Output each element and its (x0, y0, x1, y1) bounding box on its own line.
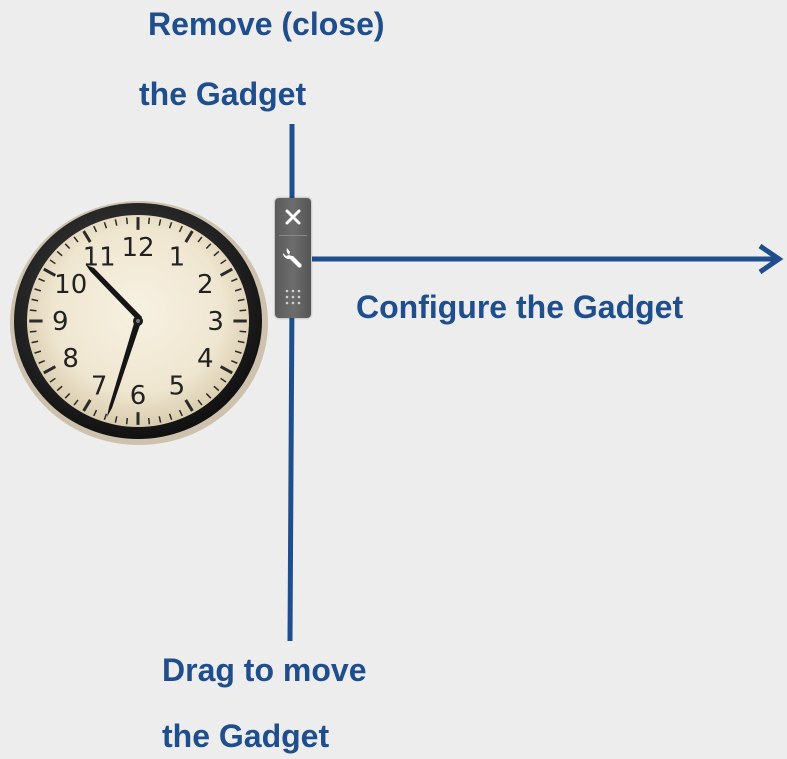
clock-numeral-7: 7 (91, 371, 108, 401)
clock-numeral-10: 10 (54, 270, 87, 300)
configure-gadget-button[interactable] (278, 242, 308, 272)
wrench-icon (282, 248, 302, 268)
drag-callout-line (287, 294, 295, 642)
clock-minute-tick (239, 330, 247, 333)
close-icon (285, 209, 301, 225)
clock-minute-tick (239, 309, 247, 312)
clock-minute-tick (29, 309, 37, 312)
clock-minute-tick (147, 417, 151, 425)
clock-numeral-4: 4 (197, 344, 214, 374)
clock-gadget[interactable]: 12 12 3 45678 9 1011 (8, 195, 270, 447)
clock-minute-tick (125, 417, 129, 425)
clock-numeral-5: 5 (169, 371, 186, 401)
clock-minute-tick (125, 217, 129, 225)
drag-handle-icon (285, 289, 301, 305)
clock-numeral-11: 11 (83, 243, 116, 273)
clock-numeral-6: 6 (130, 381, 147, 411)
drag-handle[interactable] (278, 282, 308, 312)
clock-numeral-8: 8 (62, 344, 79, 374)
clock-numeral-12: 12 (121, 233, 154, 263)
clock-minute-tick (29, 330, 37, 333)
clock-numeral-3: 3 (207, 307, 224, 337)
close-gadget-button[interactable] (278, 202, 308, 232)
clock-numeral-2: 2 (197, 270, 214, 300)
gadget-toolbar (275, 198, 311, 318)
clock-minute-tick (147, 217, 151, 225)
clock-numeral-1: 1 (169, 243, 186, 273)
clock-numeral-9: 9 (52, 307, 69, 337)
